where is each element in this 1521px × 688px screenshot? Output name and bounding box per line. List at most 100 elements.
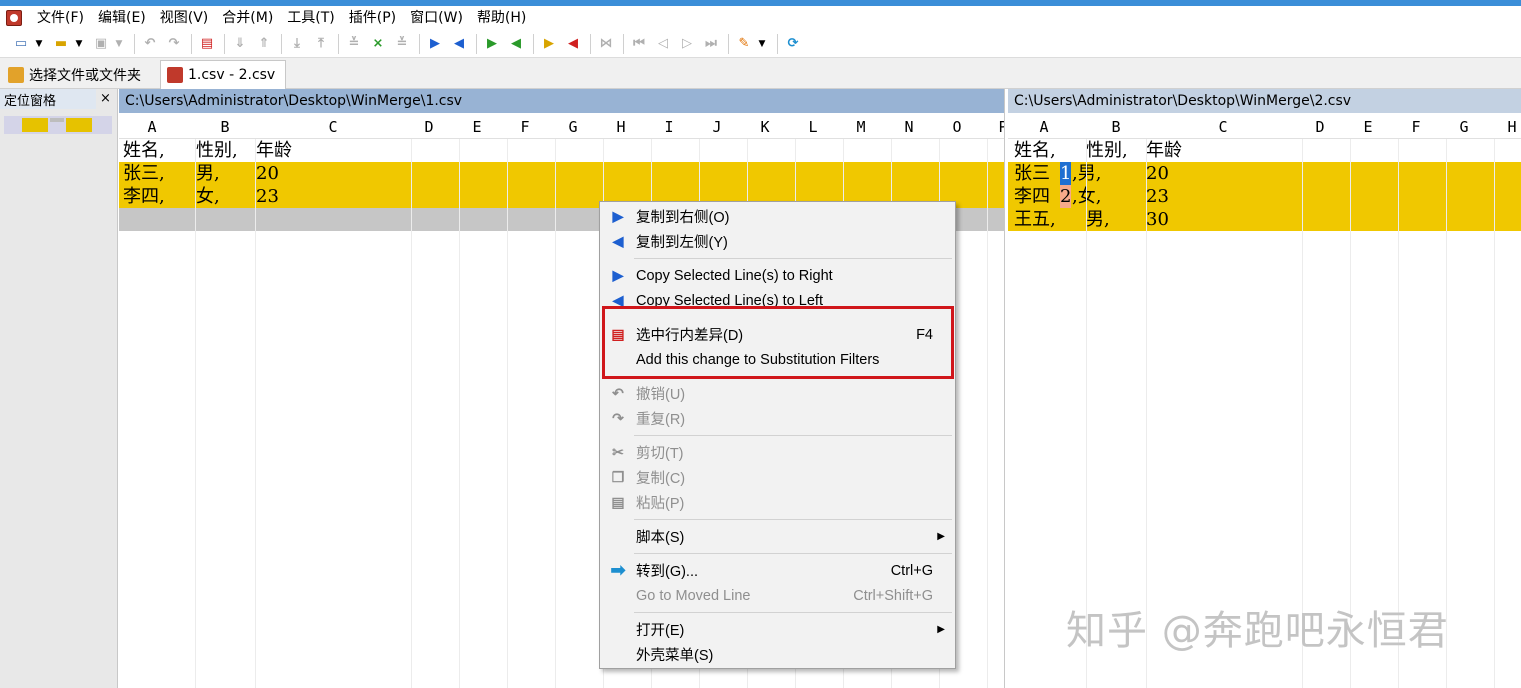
col-header: H — [616, 118, 626, 136]
menu-edit[interactable]: 编辑(E) — [91, 6, 153, 30]
table-row-diff[interactable]: 张三 1 ,男, 20 — [1008, 162, 1521, 185]
cell: 李四 — [1014, 186, 1050, 207]
col-header: P — [983, 118, 1004, 136]
prev-file-icon[interactable]: ◁ — [652, 33, 674, 55]
first-diff-icon[interactable]: ⤓ — [286, 33, 308, 55]
col-header: L — [808, 118, 818, 136]
menu-item-open[interactable]: 打开(E) ▶ — [600, 617, 955, 642]
last-conflict-icon[interactable]: ≚ — [391, 33, 413, 55]
location-map-left-diff — [22, 118, 48, 132]
save-icon[interactable]: ▣ — [90, 33, 112, 55]
prev-diff-icon[interactable]: ⇑ — [253, 33, 275, 55]
col-header: E — [1363, 118, 1373, 136]
col-header: B — [1111, 118, 1121, 136]
first-file-icon[interactable]: ⏮ — [628, 33, 650, 55]
refresh-icon[interactable]: ⟳ — [782, 33, 804, 55]
table-row-diff[interactable]: 张三, 男, 20 — [119, 162, 1004, 185]
grid-line — [459, 139, 460, 688]
table-row-diff[interactable]: 李四 2 ,女, 23 — [1008, 185, 1521, 208]
next-diff-icon[interactable]: ⇓ — [229, 33, 251, 55]
current-diff-icon[interactable]: ⨯ — [367, 33, 389, 55]
menu-item-label: 复制(C) — [636, 471, 686, 487]
options-dropdown-icon[interactable]: ▼ — [757, 33, 767, 55]
col-header: B — [220, 118, 230, 136]
col-header: K — [760, 118, 770, 136]
save-dropdown-icon[interactable]: ▼ — [114, 33, 124, 55]
toolbar: ▭ ▼ ▬ ▼ ▣ ▼ ↶ ↷ ▤ ⇓ ⇑ ⤓ ⤒ ≚ ⨯ ≚ ▶ ◀ ▶ ◀ … — [0, 30, 1521, 58]
menu-item-copy-right[interactable]: ▶ 复制到右侧(O) — [600, 204, 955, 229]
copy-left-advance-icon[interactable]: ◀ — [505, 33, 527, 55]
right-file-path: C:\Users\Administrator\Desktop\WinMerge\… — [1008, 89, 1521, 113]
menu-window[interactable]: 窗口(W) — [403, 6, 470, 30]
last-diff-icon[interactable]: ⤒ — [310, 33, 332, 55]
redo-icon[interactable]: ↷ — [163, 33, 185, 55]
menu-item-redo[interactable]: ↷ 重复(R) — [600, 406, 955, 431]
table-row[interactable]: 姓名, 性别, 年龄 — [119, 139, 1004, 162]
location-map-gap — [50, 118, 64, 122]
tab-compare[interactable]: 1.csv - 2.csv — [160, 60, 286, 89]
col-header: D — [424, 118, 434, 136]
cell: 23 — [256, 186, 279, 207]
menu-tools[interactable]: 工具(T) — [280, 6, 341, 30]
submenu-arrow-icon: ▶ — [937, 624, 945, 635]
menu-file[interactable]: 文件(F) — [30, 6, 91, 30]
toolbar-separator — [134, 33, 135, 54]
cell: 20 — [1146, 163, 1169, 184]
options-icon[interactable]: ✎ — [733, 33, 755, 55]
table-row[interactable]: 姓名, 性别, 年龄 — [1008, 139, 1521, 162]
location-map-right-diff — [66, 118, 92, 132]
cell-selected-diff[interactable]: 1 — [1060, 162, 1072, 185]
new-dropdown-icon[interactable]: ▼ — [34, 33, 44, 55]
select-diff-icon[interactable]: ▤ — [196, 33, 218, 55]
menu-plugins[interactable]: 插件(P) — [342, 6, 403, 30]
menu-separator — [634, 258, 952, 259]
menu-item-label: 复制到右侧(O) — [636, 210, 730, 226]
toolbar-separator — [728, 33, 729, 54]
last-file-icon[interactable]: ⏭ — [700, 33, 722, 55]
menu-item-paste[interactable]: ▤ 粘贴(P) — [600, 490, 955, 515]
left-file-path: C:\Users\Administrator\Desktop\WinMerge\… — [119, 89, 1004, 113]
menu-item-cut[interactable]: ✂ 剪切(T) — [600, 440, 955, 465]
cell: 姓名, — [1014, 140, 1056, 161]
cell: 性别, — [1086, 140, 1128, 161]
grid-line — [411, 139, 412, 688]
menu-item-undo[interactable]: ↶ 撤销(U) — [600, 381, 955, 406]
merge-icon[interactable]: ⋈ — [595, 33, 617, 55]
menu-item-scripts[interactable]: 脚本(S) ▶ — [600, 524, 955, 549]
menu-item-label: 脚本(S) — [636, 530, 685, 546]
tab-open[interactable]: 选择文件或文件夹 — [2, 60, 147, 89]
grid-line — [255, 139, 256, 688]
menu-item-copy[interactable]: ❐ 复制(C) — [600, 465, 955, 490]
menu-item-copy-left[interactable]: ◀ 复制到左侧(Y) — [600, 229, 955, 254]
undo-icon[interactable]: ↶ — [139, 33, 161, 55]
copy-right-advance-icon[interactable]: ▶ — [481, 33, 503, 55]
col-header: D — [1315, 118, 1325, 136]
menu-item-shell-menu[interactable]: 外壳菜单(S) — [600, 642, 955, 667]
first-conflict-icon[interactable]: ≚ — [343, 33, 365, 55]
col-header: I — [664, 118, 674, 136]
open-folder-icon[interactable]: ▬ — [50, 33, 72, 55]
cell-inline-diff[interactable]: 2 — [1060, 185, 1072, 208]
col-header: G — [568, 118, 578, 136]
table-row-added[interactable]: 王五, 男, 30 — [1008, 208, 1521, 231]
menu-item-goto[interactable]: ➡ 转到(G)... Ctrl+G — [600, 558, 955, 583]
close-icon[interactable]: × — [100, 91, 111, 106]
col-header: E — [472, 118, 482, 136]
next-file-icon[interactable]: ▷ — [676, 33, 698, 55]
cell: 20 — [256, 163, 279, 184]
copy-all-left-icon[interactable]: ◀ — [562, 33, 584, 55]
menu-merge[interactable]: 合并(M) — [215, 6, 280, 30]
copy-left-icon[interactable]: ◀ — [448, 33, 470, 55]
menu-view[interactable]: 视图(V) — [153, 6, 216, 30]
open-dropdown-icon[interactable]: ▼ — [74, 33, 84, 55]
menu-item-copy-lines-right[interactable]: ▶ Copy Selected Line(s) to Right — [600, 263, 955, 288]
menu-item-goto-moved[interactable]: Go to Moved Line Ctrl+Shift+G — [600, 583, 955, 608]
new-icon[interactable]: ▭ — [10, 33, 32, 55]
copy-right-icon[interactable]: ▶ — [424, 33, 446, 55]
menu-item-label: 转到(G)... — [636, 564, 699, 580]
location-map[interactable] — [4, 116, 112, 134]
menu-help[interactable]: 帮助(H) — [470, 6, 533, 30]
grid-line — [987, 139, 988, 688]
undo-icon: ↶ — [612, 385, 624, 401]
copy-all-right-icon[interactable]: ▶ — [538, 33, 560, 55]
